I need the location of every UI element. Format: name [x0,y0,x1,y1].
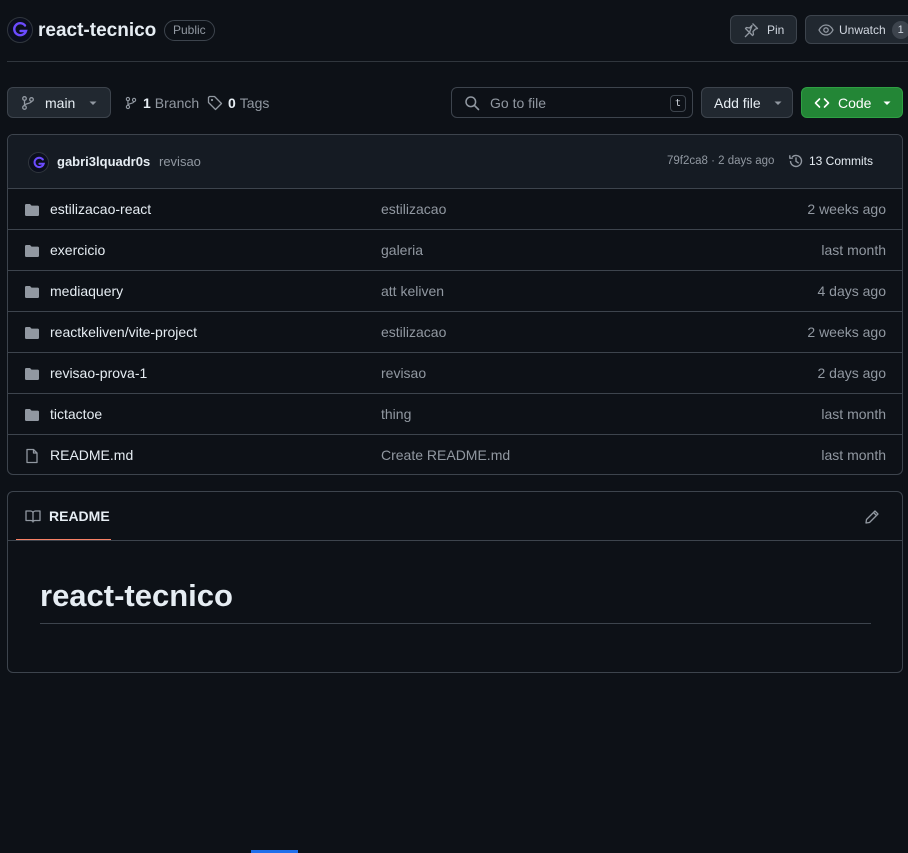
readme-tab-divider [8,540,902,541]
folder-icon [25,245,39,257]
file-row[interactable]: README.md Create README.md last month [8,434,902,474]
file-row[interactable]: estilizacao-react estilizacao 2 weeks ag… [8,188,902,229]
folder-icon [25,409,39,421]
file-row[interactable]: exercicio galeria last month [8,229,902,270]
avatar-logo-icon [13,22,28,37]
file-row[interactable]: reactkeliven/vite-project estilizacao 2 … [8,311,902,352]
file-row[interactable]: tictactoe thing last month [8,393,902,434]
folder-icon [25,204,39,216]
commit-message[interactable]: revisao [159,154,201,169]
readme-tab[interactable]: README [16,492,111,541]
go-to-file-search[interactable]: t [451,87,693,118]
branches-link[interactable]: 1 Branch [124,95,199,111]
latest-commit-bar: gabri3lquadr0s revisao 79f2ca8 · 2 days … [8,135,902,189]
folder-icon [25,368,39,380]
go-to-file-input[interactable] [488,93,648,112]
caret-down-icon [89,101,97,105]
folder-icon [25,286,39,298]
pencil-icon[interactable] [864,509,880,525]
file-name[interactable]: revisao-prova-1 [50,365,147,381]
search-shortcut-key: t [670,95,686,112]
readme-heading-rule [40,623,871,624]
add-file-button[interactable]: Add file [701,87,793,118]
commits-count: 13 Commits [809,154,874,168]
folder-icon [25,327,39,339]
caret-down-icon [774,101,782,105]
file-commit-message[interactable]: revisao [381,365,426,381]
branch-count: 1 [143,95,151,111]
file-name[interactable]: reactkeliven/vite-project [50,324,197,340]
file-commit-date: 2 days ago [817,365,887,381]
file-row[interactable]: mediaquery att keliven 4 days ago [8,270,902,311]
readme-panel: README react-tecnico [7,491,903,673]
code-button[interactable]: Code [801,87,903,118]
commit-author-avatar[interactable] [28,152,49,173]
header-divider [7,61,908,62]
tag-count: 0 [228,95,236,111]
tag-icon [207,95,223,111]
file-commit-message[interactable]: Create README.md [381,447,510,463]
file-name[interactable]: mediaquery [50,283,123,299]
file-name[interactable]: exercicio [50,242,105,258]
file-commit-message[interactable]: estilizacao [381,324,446,340]
file-commit-date: last month [821,242,886,258]
pin-label: Pin [767,22,785,37]
commit-author[interactable]: gabri3lquadr0s [57,154,150,169]
visibility-badge: Public [164,20,215,41]
file-name[interactable]: README.md [50,447,133,463]
history-icon [789,154,803,168]
branch-count-label: Branch [154,95,200,111]
commits-history-link[interactable]: 13 Commits [788,153,873,169]
eye-icon [818,23,834,36]
readme-heading: react-tecnico [40,578,233,613]
pin-button[interactable]: Pin [730,15,797,44]
file-commit-message[interactable]: thing [381,406,411,422]
caret-down-icon [883,101,891,105]
unwatch-button[interactable]: Unwatch 1 [805,15,908,44]
readme-tab-label: README [49,507,110,524]
file-commit-date: 2 weeks ago [807,201,886,217]
branch-name: main [45,94,76,111]
git-branch-icon [125,96,137,110]
repo-name[interactable]: react-tecnico [38,20,156,42]
file-commit-message[interactable]: galeria [381,242,423,258]
commit-hash-time[interactable]: 79f2ca8 · 2 days ago [667,155,774,167]
file-icon [26,448,38,464]
file-name[interactable]: estilizacao-react [50,201,151,217]
code-icon [814,97,830,108]
add-file-label: Add file [714,94,761,111]
file-browser: gabri3lquadr0s revisao 79f2ca8 · 2 days … [7,134,903,475]
file-row[interactable]: revisao-prova-1 revisao 2 days ago [8,352,902,393]
code-label: Code [838,94,872,111]
file-commit-date: last month [821,447,886,463]
file-commit-date: 4 days ago [817,283,887,299]
book-icon [25,509,41,523]
search-icon [465,95,480,110]
tags-link[interactable]: 0 Tags [207,95,269,111]
git-branch-icon [22,95,34,110]
branch-selector[interactable]: main [7,87,111,118]
file-commit-date: last month [821,406,886,422]
tag-count-label: Tags [239,95,270,111]
file-name[interactable]: tictactoe [50,406,102,422]
repo-owner-avatar[interactable] [7,17,33,43]
pin-icon [744,22,759,37]
file-commit-date: 2 weeks ago [807,324,886,340]
file-commit-message[interactable]: estilizacao [381,201,446,217]
watch-count: 1 [891,20,908,39]
avatar-logo-icon [33,156,45,168]
unwatch-label: Unwatch [839,22,886,37]
file-commit-message[interactable]: att keliven [381,283,444,299]
